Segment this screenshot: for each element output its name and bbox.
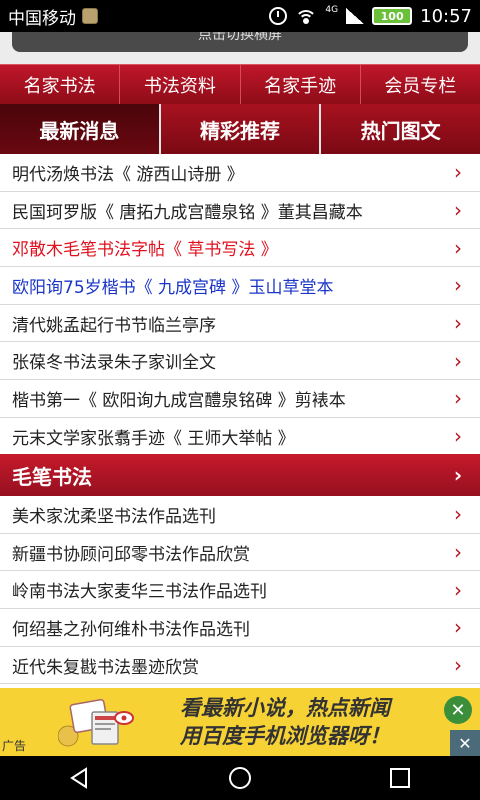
list-item-title: 楷书第一《 欧阳询九成宫醴泉铭碑 》剪裱本 bbox=[12, 390, 346, 411]
rotate-screen-label: 点击切换横屏 bbox=[198, 32, 282, 43]
tab-bar: 最新消息 精彩推荐 热门图文 bbox=[0, 104, 480, 154]
network-type: 4G bbox=[325, 5, 339, 15]
list-item[interactable]: 近代朱复戡书法墨迹欣赏 › bbox=[0, 646, 480, 685]
chevron-right-icon: › bbox=[454, 198, 462, 223]
chevron-right-icon: › bbox=[454, 653, 462, 678]
status-right: 4G 100 10:57 bbox=[269, 5, 472, 27]
list-item-title: 明代汤焕书法《 游西山诗册 》 bbox=[12, 164, 244, 185]
signal-icon bbox=[346, 8, 365, 24]
category-label: 会员专栏 bbox=[384, 75, 457, 97]
chevron-right-icon: › bbox=[454, 540, 462, 565]
home-icon bbox=[229, 767, 251, 789]
list-item-title: 张葆冬书法录朱子家训全文 bbox=[12, 353, 216, 374]
list-item[interactable]: 清代姚孟起行书节临兰亭序 › bbox=[0, 304, 480, 343]
list-item[interactable]: 邓散木毛笔书法字帖《 草书写法 》 › bbox=[0, 229, 480, 268]
carrier-area: 中国移动 bbox=[8, 4, 98, 29]
system-nav-bar bbox=[0, 756, 480, 800]
recent-apps-button[interactable] bbox=[370, 756, 430, 800]
chevron-right-icon: › bbox=[454, 615, 462, 640]
clock: 10:57 bbox=[420, 5, 472, 27]
ad-close-icon[interactable]: ✕ bbox=[444, 696, 472, 724]
list-item-title: 岭南书法大家麦华三书法作品选刊 bbox=[12, 582, 267, 603]
category-nav: 名家书法 书法资料 名家手迹 会员专栏 bbox=[0, 64, 480, 104]
tab-label: 热门图文 bbox=[360, 118, 441, 143]
ad-corner-icon[interactable]: ✕ bbox=[450, 730, 480, 756]
ad-label: 广告 bbox=[2, 739, 27, 753]
battery-icon: 100 bbox=[372, 7, 413, 25]
chevron-right-icon: › bbox=[454, 273, 462, 298]
wifi-icon bbox=[295, 8, 318, 24]
alarm-icon bbox=[269, 7, 288, 25]
list-item[interactable]: 欧阳询75岁楷书《 九成宫碑 》玉山草堂本 › bbox=[0, 267, 480, 305]
list-item-title: 民国珂罗版《 唐拓九成宫醴泉铭 》董其昌藏本 bbox=[12, 202, 363, 223]
latest-news-list: 明代汤焕书法《 游西山诗册 》 › 民国珂罗版《 唐拓九成宫醴泉铭 》董其昌藏本 ›… bbox=[0, 154, 480, 456]
ad-line-1: 看最新小说，热点新闻 bbox=[180, 696, 390, 720]
recent-apps-icon bbox=[390, 768, 410, 788]
section-header-brush[interactable]: 毛笔书法 › bbox=[0, 454, 480, 496]
list-item[interactable]: 张葆冬书法录朱子家训全文 › bbox=[0, 342, 480, 381]
list-item[interactable]: 楷书第一《 欧阳询九成宫醴泉铭碑 》剪裱本 › bbox=[0, 380, 480, 418]
chevron-right-icon: › bbox=[454, 502, 462, 527]
list-item-title: 近代朱复戡书法墨迹欣赏 bbox=[12, 657, 199, 678]
home-button[interactable] bbox=[210, 756, 270, 800]
tab-label: 最新消息 bbox=[39, 118, 120, 143]
ad-line-2: 用百度手机浏览器呀！ bbox=[180, 724, 390, 748]
top-banner: 点击切换横屏 bbox=[0, 32, 480, 64]
back-button[interactable] bbox=[50, 756, 110, 800]
list-item[interactable]: 新疆书协顾问邱零书法作品欣赏 › bbox=[0, 533, 480, 572]
ad-text: 看最新小说，热点新闻 用百度手机浏览器呀！ bbox=[180, 694, 390, 750]
list-item-title: 邓散木毛笔书法字帖《 草书写法 》 bbox=[12, 240, 278, 261]
list-item[interactable]: 明代汤焕书法《 游西山诗册 》 › bbox=[0, 154, 480, 192]
chevron-right-icon: › bbox=[454, 424, 462, 449]
category-item[interactable]: 名家手迹 bbox=[241, 65, 361, 104]
list-item-title: 元末文学家张翥手迹《 王师大举帖 》 bbox=[12, 428, 295, 449]
chevron-right-icon: › bbox=[453, 463, 463, 487]
list-item[interactable]: 民国珂罗版《 唐拓九成宫醴泉铭 》董其昌藏本 › bbox=[0, 191, 480, 230]
section-title: 毛笔书法 bbox=[12, 464, 92, 489]
chevron-right-icon: › bbox=[454, 311, 462, 336]
list-item-title: 新疆书协顾问邱零书法作品欣赏 bbox=[12, 544, 250, 565]
browser-ad-illustration bbox=[58, 698, 134, 747]
list-item-title: 何绍基之孙何维朴书法作品选刊 bbox=[12, 619, 250, 640]
list-item[interactable]: 岭南书法大家麦华三书法作品选刊 › bbox=[0, 571, 480, 610]
brush-calligraphy-list: 美术家沈柔坚书法作品选刊 › 新疆书协顾问邱零书法作品欣赏 › 岭南书法大家麦华三书… bbox=[0, 496, 480, 685]
status-bar: 中国移动 4G 100 10:57 bbox=[0, 0, 480, 32]
tab-featured[interactable]: 精彩推荐 bbox=[158, 104, 320, 154]
list-item[interactable]: 元末文学家张翥手迹《 王师大举帖 》 › bbox=[0, 417, 480, 456]
ad-banner[interactable]: 看最新小说，热点新闻 用百度手机浏览器呀！ ✕ ✕ 广告 bbox=[0, 688, 480, 756]
chevron-right-icon: › bbox=[454, 386, 462, 411]
category-item[interactable]: 名家书法 bbox=[0, 65, 121, 104]
tab-label: 精彩推荐 bbox=[200, 118, 280, 143]
list-item-title: 美术家沈柔坚书法作品选刊 bbox=[12, 506, 216, 527]
sim-icon bbox=[82, 8, 98, 24]
list-item-title: 清代姚孟起行书节临兰亭序 bbox=[12, 315, 216, 336]
chevron-right-icon: › bbox=[454, 348, 462, 373]
list-item[interactable]: 美术家沈柔坚书法作品选刊 › bbox=[0, 496, 480, 534]
tab-latest[interactable]: 最新消息 bbox=[0, 104, 159, 154]
category-label: 名家书法 bbox=[23, 75, 96, 97]
category-item[interactable]: 书法资料 bbox=[120, 65, 241, 104]
chevron-right-icon: › bbox=[454, 577, 462, 602]
carrier-name: 中国移动 bbox=[8, 8, 76, 29]
list-item-title: 欧阳询75岁楷书《 九成宫碑 》玉山草堂本 bbox=[12, 277, 334, 298]
chevron-right-icon: › bbox=[454, 160, 462, 185]
rotate-screen-button[interactable]: 点击切换横屏 bbox=[12, 32, 468, 52]
tab-popular[interactable]: 热门图文 bbox=[319, 104, 480, 154]
category-label: 书法资料 bbox=[143, 75, 216, 97]
category-item[interactable]: 会员专栏 bbox=[361, 65, 480, 104]
chevron-right-icon: › bbox=[454, 235, 462, 260]
back-icon bbox=[70, 767, 87, 789]
category-label: 名家手迹 bbox=[264, 75, 337, 97]
list-item[interactable]: 何绍基之孙何维朴书法作品选刊 › bbox=[0, 609, 480, 647]
